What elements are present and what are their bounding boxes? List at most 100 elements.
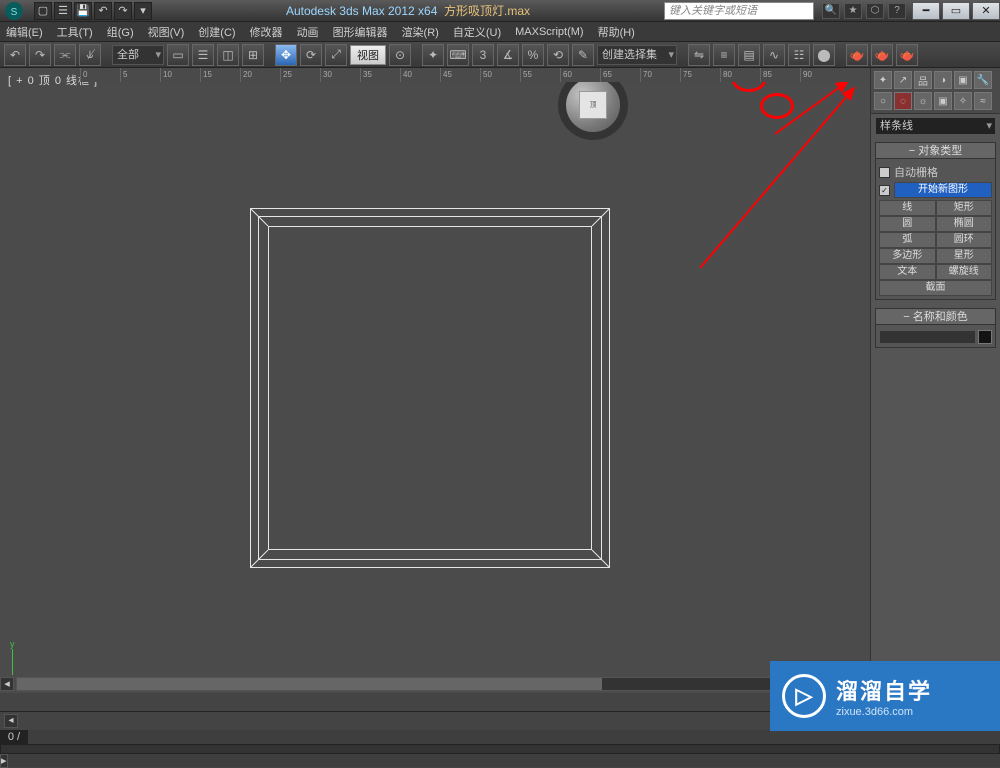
keyboard-shortcut-icon[interactable]: ⌨ xyxy=(447,44,469,66)
close-button[interactable]: ✕ xyxy=(972,2,1000,20)
percent-snap-icon[interactable]: % xyxy=(522,44,544,66)
auto-grid-row[interactable]: 自动栅格 xyxy=(879,164,992,180)
material-editor-icon[interactable]: ⬤ xyxy=(813,44,835,66)
render-setup-icon[interactable]: 🫖 xyxy=(846,44,868,66)
lights-cat-icon[interactable]: ☼ xyxy=(914,92,932,110)
viewcube-face[interactable]: 顶 xyxy=(579,91,607,119)
render-icon[interactable]: 🫖 xyxy=(896,44,918,66)
qat-save-icon[interactable]: 💾 xyxy=(74,2,92,20)
ref-coord-combo[interactable]: 视图 xyxy=(350,45,386,65)
select-manipulate-icon[interactable]: ✦ xyxy=(422,44,444,66)
start-new-row[interactable]: ✓ 开始新图形 xyxy=(879,182,992,198)
cameras-cat-icon[interactable]: ▣ xyxy=(934,92,952,110)
search-icon[interactable]: 🔍 xyxy=(822,3,840,19)
edit-named-sel-icon[interactable]: ✎ xyxy=(572,44,594,66)
menu-help[interactable]: 帮助(H) xyxy=(598,24,635,40)
helix-button[interactable]: 螺旋线 xyxy=(936,264,993,280)
selection-filter-combo[interactable]: 全部 xyxy=(112,45,164,65)
angle-snap-icon[interactable]: ∡ xyxy=(497,44,519,66)
menu-tools[interactable]: 工具(T) xyxy=(57,24,93,40)
snap-toggle-icon[interactable]: 3 xyxy=(472,44,494,66)
maximize-button[interactable]: ▭ xyxy=(942,2,970,20)
hierarchy-tab-icon[interactable]: 品 xyxy=(914,71,932,89)
unlink-icon[interactable]: ⫝̸ xyxy=(79,44,101,66)
auto-grid-checkbox[interactable] xyxy=(879,167,890,178)
qat-open-icon[interactable]: ☰ xyxy=(54,2,72,20)
menu-animation[interactable]: 动画 xyxy=(297,24,319,40)
start-new-checkbox[interactable]: ✓ xyxy=(879,185,890,196)
star-button[interactable]: 星形 xyxy=(936,248,993,264)
space-warps-cat-icon[interactable]: ≈ xyxy=(974,92,992,110)
curve-editor-icon[interactable]: ∿ xyxy=(763,44,785,66)
help-icon[interactable]: ? xyxy=(888,3,906,19)
hscroll-track[interactable] xyxy=(16,677,854,691)
menu-customize[interactable]: 自定义(U) xyxy=(453,24,501,40)
menu-group[interactable]: 组(G) xyxy=(107,24,134,40)
object-type-header[interactable]: − 对象类型 xyxy=(876,143,995,159)
select-region-icon[interactable]: ◫ xyxy=(217,44,239,66)
favorite-icon[interactable]: ★ xyxy=(844,3,862,19)
spinner-snap-icon[interactable]: ⟲ xyxy=(547,44,569,66)
schematic-icon[interactable]: ☷ xyxy=(788,44,810,66)
modify-tab-icon[interactable]: ↗ xyxy=(894,71,912,89)
menu-grapheditor[interactable]: 图形编辑器 xyxy=(333,24,388,40)
link-icon[interactable]: ⫘ xyxy=(54,44,76,66)
menu-maxscript[interactable]: MAXScript(M) xyxy=(515,26,583,38)
ellipse-button[interactable]: 椭圆 xyxy=(936,216,993,232)
select-object-icon[interactable]: ▭ xyxy=(167,44,189,66)
align-icon[interactable]: ≡ xyxy=(713,44,735,66)
minimize-button[interactable]: ━ xyxy=(912,2,940,20)
arc-button[interactable]: 弧 xyxy=(879,232,936,248)
viewport-area[interactable]: [ + 0 顶 0 线框 ] 顶 xy xyxy=(0,68,870,693)
circle-button[interactable]: 圆 xyxy=(879,216,936,232)
start-new-shape-button[interactable]: 开始新图形 xyxy=(894,182,992,198)
section-button[interactable]: 截面 xyxy=(879,280,992,296)
qat-undo-icon[interactable]: ↶ xyxy=(94,2,112,20)
create-tab-icon[interactable]: ✦ xyxy=(874,71,892,89)
menu-modifiers[interactable]: 修改器 xyxy=(250,24,283,40)
move-icon[interactable]: ✥ xyxy=(275,44,297,66)
frame-indicator[interactable]: 0 / 100 xyxy=(0,730,28,744)
ngon-button[interactable]: 多边形 xyxy=(879,248,936,264)
slider-left-icon[interactable]: ◂ xyxy=(4,714,18,728)
named-selection-combo[interactable]: 创建选择集 xyxy=(597,45,677,65)
time-ruler[interactable]: 0 5 10 15 20 25 30 35 40 45 50 55 60 65 … xyxy=(80,68,870,82)
name-color-header[interactable]: − 名称和颜色 xyxy=(876,309,995,325)
viewcube[interactable]: 顶 xyxy=(566,78,620,132)
utilities-tab-icon[interactable]: 🔧 xyxy=(974,71,992,89)
qat-new-icon[interactable]: ▢ xyxy=(34,2,52,20)
menu-create[interactable]: 创建(C) xyxy=(198,24,235,40)
menu-render[interactable]: 渲染(R) xyxy=(402,24,439,40)
window-crossing-icon[interactable]: ⊞ xyxy=(242,44,264,66)
help-search-input[interactable]: 键入关键字或短语 xyxy=(664,2,814,20)
mirror-icon[interactable]: ⇋ xyxy=(688,44,710,66)
scale-icon[interactable]: ⤢ xyxy=(325,44,347,66)
menu-view[interactable]: 视图(V) xyxy=(148,24,185,40)
menu-edit[interactable]: 编辑(E) xyxy=(6,24,43,40)
object-name-field[interactable] xyxy=(879,330,976,344)
select-name-icon[interactable]: ☰ xyxy=(192,44,214,66)
text-button[interactable]: 文本 xyxy=(879,264,936,280)
donut-button[interactable]: 圆环 xyxy=(936,232,993,248)
slider-right-icon[interactable]: ▸ xyxy=(0,754,8,768)
rotate-icon[interactable]: ⟳ xyxy=(300,44,322,66)
object-color-swatch[interactable] xyxy=(978,330,992,344)
display-tab-icon[interactable]: ▣ xyxy=(954,71,972,89)
motion-tab-icon[interactable]: ◑ xyxy=(934,71,952,89)
helpers-cat-icon[interactable]: ✧ xyxy=(954,92,972,110)
autodesk-icon[interactable]: ⬡ xyxy=(866,3,884,19)
shapes-cat-icon[interactable]: ◌ xyxy=(894,92,912,110)
line-button[interactable]: 线 xyxy=(879,200,936,216)
geometry-cat-icon[interactable]: ○ xyxy=(874,92,892,110)
rectangle-button[interactable]: 矩形 xyxy=(936,200,993,216)
undo-icon[interactable]: ↶ xyxy=(4,44,26,66)
viewport-hscroll[interactable]: ◂ ▸ xyxy=(0,675,870,693)
scroll-left-icon[interactable]: ◂ xyxy=(0,677,14,691)
time-slider[interactable] xyxy=(0,744,1000,754)
qat-redo-icon[interactable]: ↷ xyxy=(114,2,132,20)
pivot-icon[interactable]: ⊙ xyxy=(389,44,411,66)
qat-more-icon[interactable]: ▾ xyxy=(134,2,152,20)
shape-type-combo[interactable]: 样条线 xyxy=(875,117,996,135)
render-frame-icon[interactable]: 🫖 xyxy=(871,44,893,66)
redo-icon[interactable]: ↷ xyxy=(29,44,51,66)
